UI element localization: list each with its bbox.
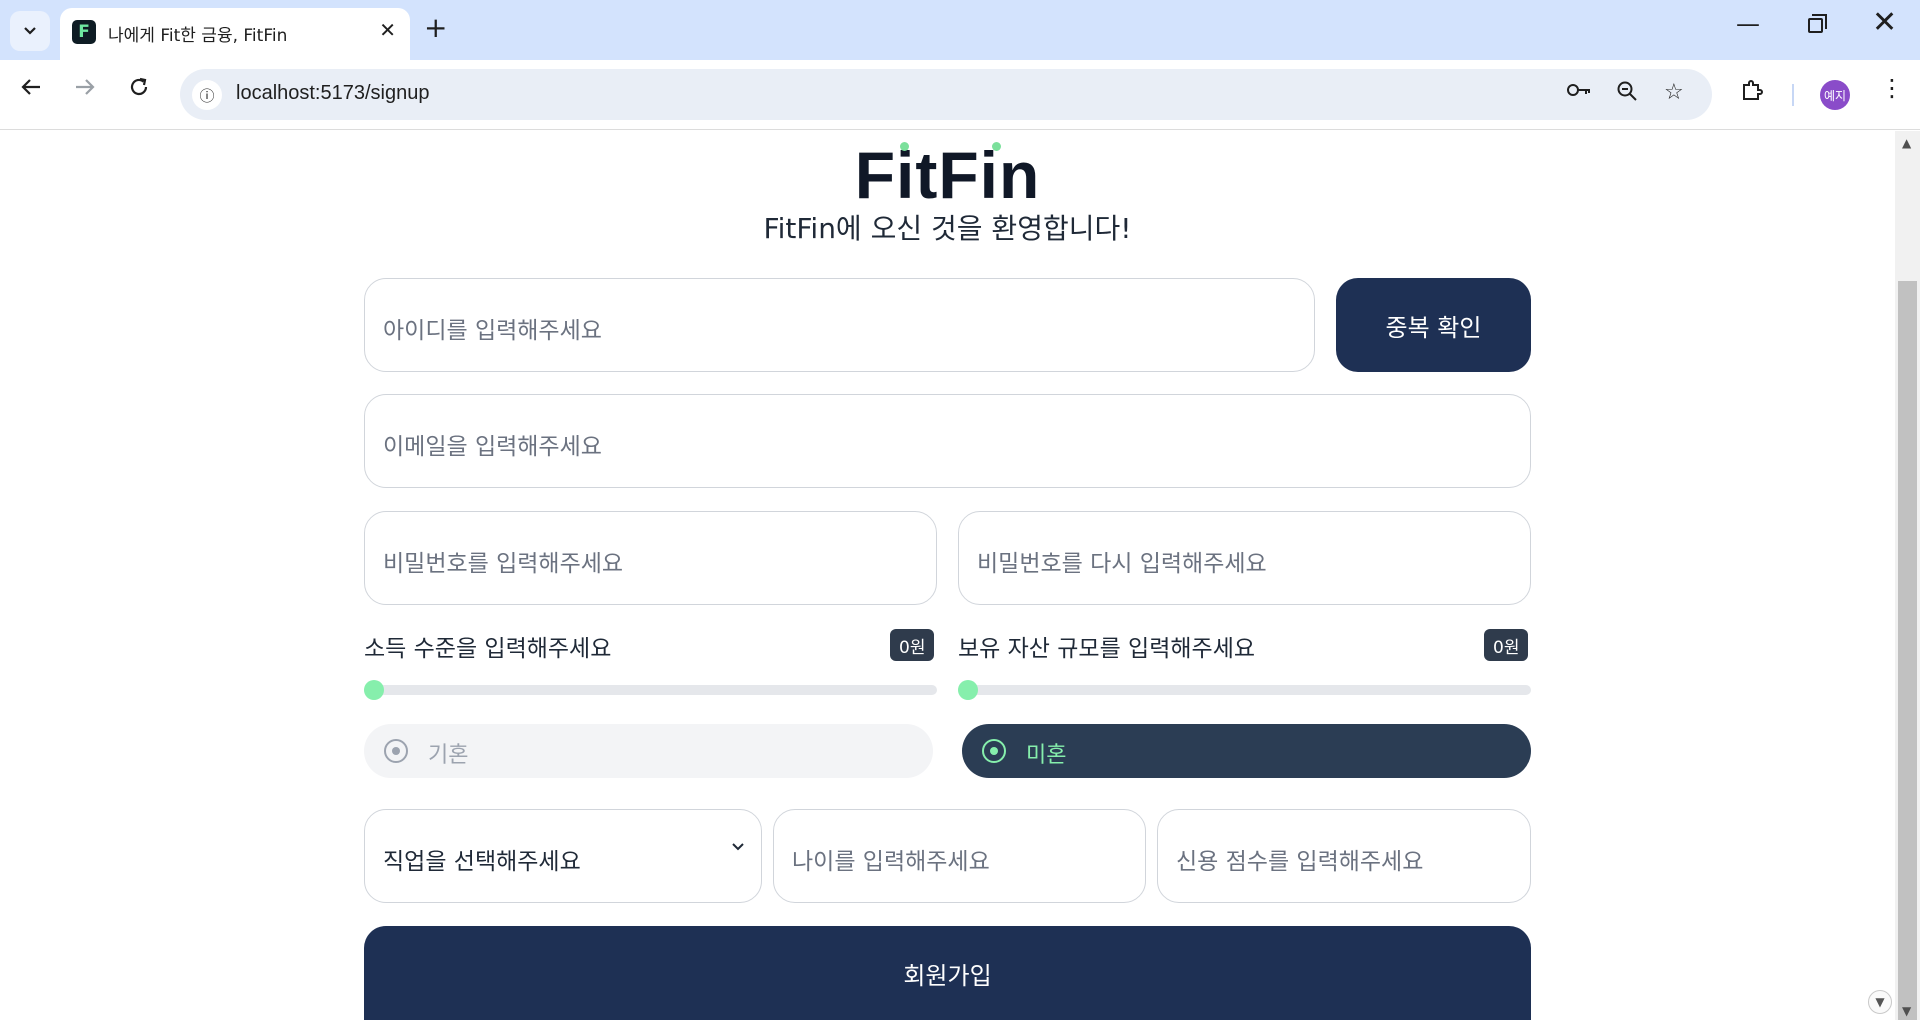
window-close-button[interactable]: ✕ [1872, 8, 1897, 38]
scroll-to-bottom-button[interactable]: ▼ [1868, 990, 1892, 1014]
forward-button[interactable] [74, 76, 96, 104]
zoom-button[interactable] [1616, 80, 1638, 108]
puzzle-icon [1743, 80, 1763, 100]
new-tab-button[interactable]: + [424, 14, 447, 42]
plus-icon: + [424, 11, 448, 44]
password-placeholder: 비밀번호를 입력해주세요 [383, 551, 624, 577]
extensions-button[interactable] [1740, 78, 1764, 108]
back-button[interactable] [20, 76, 42, 104]
password-confirm-input[interactable]: 비밀번호를 다시 입력해주세요 [958, 511, 1531, 605]
job-select[interactable]: 직업을 선택해주세요 [364, 809, 762, 903]
tab-search-button[interactable] [10, 11, 50, 51]
chevron-down-icon: ▼ [1875, 995, 1885, 1009]
zoom-out-icon [1617, 81, 1637, 101]
scroll-up-arrow-icon[interactable]: ▲ [1902, 136, 1911, 150]
marital-option-married[interactable]: 기혼 [364, 724, 933, 778]
minimize-icon: — [1736, 10, 1760, 38]
page-scrollbar[interactable]: ▲ ▼ [1895, 131, 1920, 1020]
credit-score-placeholder: 신용 점수를 입력해주세요 [1176, 849, 1424, 875]
reload-icon [130, 77, 148, 96]
password-key-button[interactable] [1566, 80, 1592, 106]
tab-strip: F 나에게 Fit한 금융, FitFin ✕ + — ✕ [0, 0, 1920, 60]
logo-dot-decoration [992, 142, 1001, 151]
arrow-right-icon [76, 79, 95, 95]
assets-label: 보유 자산 규모를 입력해주세요 [958, 636, 1256, 662]
age-input[interactable]: 나이를 입력해주세요 [773, 809, 1146, 903]
chevron-down-icon [24, 27, 36, 35]
fitfin-logo: FitFin [854, 138, 1041, 212]
profile-avatar[interactable]: 예지 [1820, 80, 1850, 110]
marital-option-single[interactable]: 미혼 [962, 724, 1531, 778]
browser-toolbar: ⓘ localhost:5173/signup ☆ 예지 ⋮ [0, 60, 1920, 130]
close-icon: ✕ [1872, 5, 1898, 40]
credit-score-input[interactable]: 신용 점수를 입력해주세요 [1157, 809, 1531, 903]
scroll-down-arrow-icon[interactable]: ▼ [1902, 1004, 1911, 1018]
browser-menu-button[interactable]: ⋮ [1880, 76, 1904, 100]
password-confirm-placeholder: 비밀번호를 다시 입력해주세요 [977, 551, 1267, 577]
bookmark-button[interactable]: ☆ [1664, 80, 1684, 105]
toolbar-divider [1792, 84, 1794, 106]
welcome-heading: FitFin에 오신 것을 환영합니다! [763, 212, 1132, 245]
more-vert-icon: ⋮ [1880, 74, 1904, 102]
income-slider-track[interactable] [364, 685, 937, 695]
duplicate-check-button[interactable]: 중복 확인 [1336, 278, 1531, 372]
assets-slider-track[interactable] [958, 685, 1531, 695]
arrow-left-icon [21, 79, 40, 95]
active-tab[interactable]: F 나에게 Fit한 금융, FitFin ✕ [60, 8, 410, 60]
url-text[interactable]: localhost:5173/signup [236, 82, 429, 105]
close-icon: ✕ [379, 18, 396, 42]
marital-option-label: 미혼 [1026, 743, 1067, 768]
minimize-button[interactable]: — [1736, 10, 1760, 38]
signup-page: FitFin FitFin에 오신 것을 환영합니다! 아이디를 입력해주세요 … [0, 131, 1895, 1020]
income-slider-thumb[interactable] [364, 680, 384, 700]
info-icon: ⓘ [199, 86, 215, 105]
assets-slider-thumb[interactable] [958, 680, 978, 700]
scrollbar-thumb[interactable] [1898, 281, 1917, 1020]
id-placeholder: 아이디를 입력해주세요 [383, 318, 602, 344]
reload-button[interactable] [128, 76, 150, 104]
signup-button[interactable]: 회원가입 [364, 926, 1531, 1020]
assets-value-badge: 0원 [1484, 629, 1529, 661]
email-input[interactable]: 이메일을 입력해주세요 [364, 394, 1531, 488]
job-select-value: 직업을 선택해주세요 [383, 849, 581, 875]
star-icon: ☆ [1664, 80, 1684, 105]
site-favicon: F [72, 20, 96, 44]
password-input[interactable]: 비밀번호를 입력해주세요 [364, 511, 937, 605]
income-value-badge: 0원 [890, 629, 935, 661]
email-placeholder: 이메일을 입력해주세요 [383, 434, 602, 460]
logo-dot-decoration [900, 142, 909, 151]
radio-checked-icon [982, 739, 1006, 763]
address-bar[interactable]: ⓘ localhost:5173/signup ☆ [180, 69, 1712, 120]
marital-option-label: 기혼 [428, 743, 469, 768]
tab-title: 나에게 Fit한 금융, FitFin [108, 26, 288, 46]
restore-button[interactable] [1808, 14, 1827, 33]
age-placeholder: 나이를 입력해주세요 [792, 849, 990, 875]
key-icon [1567, 84, 1590, 96]
site-info-button[interactable]: ⓘ [192, 80, 222, 110]
radio-icon [384, 739, 408, 763]
id-input[interactable]: 아이디를 입력해주세요 [364, 278, 1315, 372]
chevron-down-icon [732, 843, 744, 851]
income-label: 소득 수준을 입력해주세요 [364, 636, 612, 662]
tab-close-button[interactable]: ✕ [379, 18, 396, 42]
